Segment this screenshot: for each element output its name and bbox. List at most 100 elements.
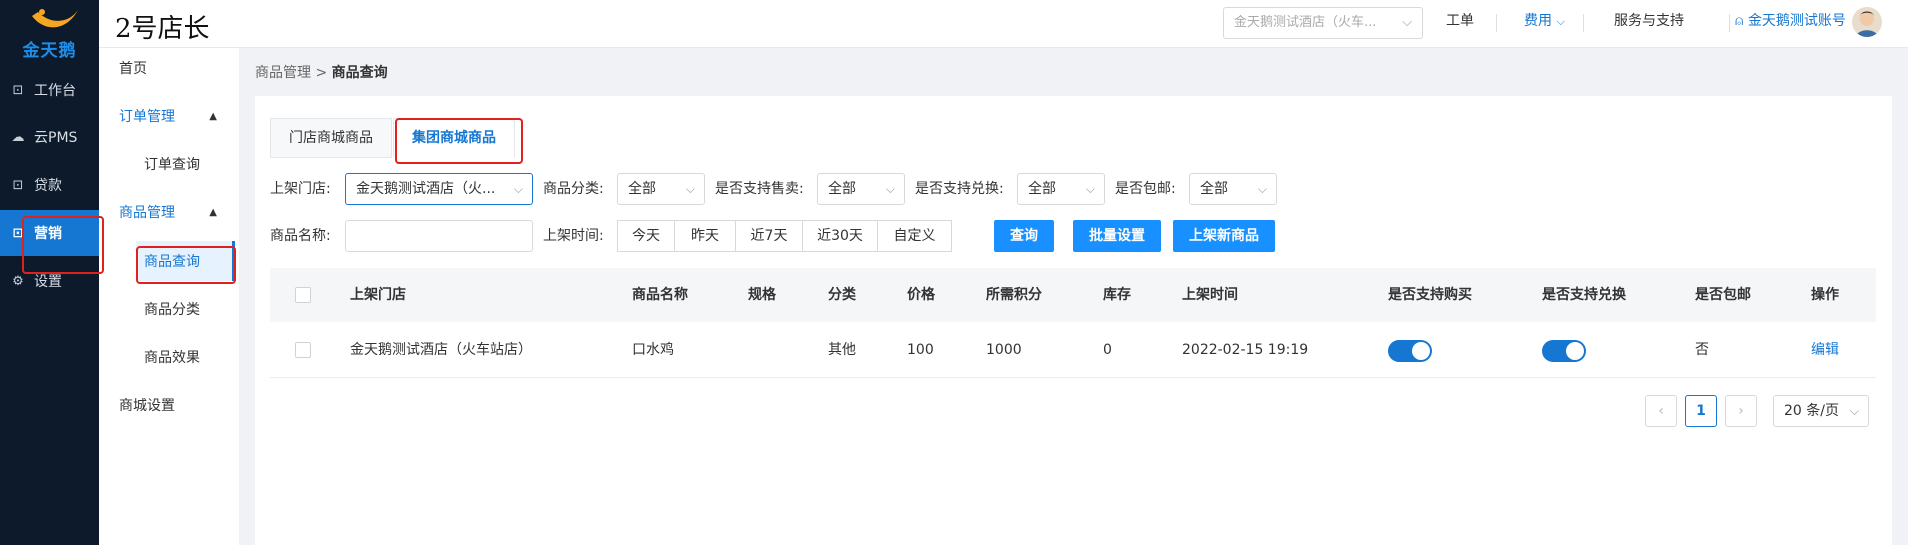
submenu-order-query[interactable]: 订单查询	[99, 144, 239, 184]
cell-points: 1000	[986, 342, 1022, 358]
query-button[interactable]: 查询	[994, 220, 1054, 252]
chevron-up-icon: ▲	[209, 110, 217, 122]
category-filter-select[interactable]: 全部 ⌵	[617, 173, 705, 205]
breadcrumb-parent[interactable]: 商品管理	[255, 65, 311, 81]
logo-text: 金天鹅	[22, 41, 77, 61]
toggle-knob	[1412, 342, 1430, 360]
submenu-goods-effect[interactable]: 商品效果	[99, 337, 239, 377]
nav-item-cloud-pms[interactable]: ☁ 云PMS	[0, 114, 99, 160]
next-page-button[interactable]: ›	[1725, 395, 1757, 427]
buy-toggle[interactable]	[1388, 340, 1432, 362]
nav-item-loan[interactable]: ⊡ 贷款	[0, 162, 99, 208]
chevron-down-icon: ⌵	[885, 182, 895, 196]
exchange-filter-select[interactable]: 全部 ⌵	[1017, 173, 1105, 205]
nav-item-label: 设置	[34, 274, 62, 290]
page-size-value: 20 条/页	[1784, 403, 1839, 419]
exchange-toggle[interactable]	[1542, 340, 1586, 362]
swan-logo-icon	[32, 9, 78, 28]
gear-icon: ⚙	[12, 273, 24, 289]
cell-price: 100	[907, 342, 934, 358]
name-filter-label: 商品名称:	[270, 228, 331, 244]
top-header: 2号店长 金天鹅测试酒店（火车... ⌵ 工单 费用 ⌵ 服务与支持 ⍝ 金天鹅…	[99, 0, 1908, 48]
cell-time: 2022-02-15 19:19	[1182, 342, 1309, 358]
tab-store-mall-goods[interactable]: 门店商城商品	[270, 118, 392, 158]
prev-page-button[interactable]: ‹	[1645, 395, 1677, 427]
cell-stock: 0	[1103, 342, 1112, 358]
row-checkbox[interactable]	[295, 342, 311, 358]
table-header: 上架门店 商品名称 规格 分类 价格 所需积分 库存 上架时间 是否支持购买 是…	[270, 268, 1876, 322]
shipping-filter-select[interactable]: 全部 ⌵	[1189, 173, 1277, 205]
fee-menu[interactable]: 费用 ⌵	[1524, 0, 1565, 48]
header-divider	[1583, 14, 1584, 32]
submenu-goods-query[interactable]: 商品查询	[136, 241, 235, 281]
shipping-filter-label: 是否包邮:	[1115, 181, 1176, 197]
main-nav: 金天鹅 ⊡ 工作台 ☁ 云PMS ⊡ 贷款 ⊡ 营销 ⚙ 设置	[0, 0, 99, 545]
page-number[interactable]: 1	[1685, 395, 1717, 427]
add-goods-button[interactable]: 上架新商品	[1173, 220, 1275, 252]
sale-filter-select[interactable]: 全部 ⌵	[817, 173, 905, 205]
brand-logo[interactable]: 金天鹅	[0, 0, 99, 62]
avatar[interactable]	[1852, 7, 1882, 37]
col-shipping: 是否包邮	[1695, 287, 1751, 303]
submenu-mall-settings[interactable]: 商城设置	[99, 385, 239, 425]
batch-settings-button[interactable]: 批量设置	[1073, 220, 1161, 252]
support-link[interactable]: 服务与支持	[1614, 0, 1684, 48]
time-option-today[interactable]: 今天	[617, 220, 675, 252]
account-menu[interactable]: ⍝ 金天鹅测试账号	[1735, 0, 1846, 48]
tab-group-mall-goods[interactable]: 集团商城商品	[393, 118, 515, 158]
store-filter-select[interactable]: 金天鹅测试酒店（火... ⌵	[345, 173, 533, 205]
nav-item-label: 工作台	[34, 83, 76, 99]
time-option-30days[interactable]: 近30天	[802, 220, 878, 252]
submenu-group-goods[interactable]: 商品管理 ▲	[99, 192, 239, 232]
submenu-group-label: 商品管理	[119, 205, 175, 221]
submenu-group-orders[interactable]: 订单管理 ▲	[99, 96, 239, 136]
ticket-link[interactable]: 工单	[1446, 0, 1474, 48]
col-exchange: 是否支持兑换	[1542, 287, 1626, 303]
col-spec: 规格	[748, 287, 776, 303]
chevron-right-icon: ›	[1738, 403, 1744, 419]
col-store: 上架门店	[350, 287, 406, 303]
store-filter-value: 金天鹅测试酒店（火...	[356, 181, 496, 197]
nav-item-marketing[interactable]: ⊡ 营销	[0, 210, 99, 256]
nav-item-workbench[interactable]: ⊡ 工作台	[0, 67, 99, 113]
sale-filter-label: 是否支持售卖:	[715, 181, 804, 197]
page-size-select[interactable]: 20 条/页 ⌵	[1773, 395, 1869, 427]
chevron-up-icon: ▲	[209, 206, 217, 218]
cell-name: 口水鸡	[632, 342, 674, 358]
submenu-home[interactable]: 首页	[99, 48, 239, 88]
chevron-down-icon: ⌵	[1085, 182, 1095, 196]
breadcrumb-current: 商品查询	[331, 65, 388, 81]
name-filter-input[interactable]	[345, 220, 533, 252]
chevron-down-icon: ⌵	[1257, 182, 1267, 196]
category-filter-value: 全部	[628, 181, 656, 197]
time-option-yesterday[interactable]: 昨天	[674, 220, 736, 252]
secondary-menu: 首页 订单管理 ▲ 订单查询 商品管理 ▲ 商品查询 商品分类 商品效果 商城设…	[99, 48, 239, 545]
shipping-filter-value: 全部	[1200, 181, 1228, 197]
header-divider	[1496, 14, 1497, 32]
account-name: 金天鹅测试账号	[1747, 13, 1846, 29]
chevron-down-icon: ⌵	[1849, 404, 1859, 418]
nav-item-label: 贷款	[34, 178, 62, 194]
cell-store: 金天鹅测试酒店（火车站店）	[350, 342, 532, 358]
table-row: 金天鹅测试酒店（火车站店） 口水鸡 其他 100 1000 0 2022-02-…	[270, 322, 1876, 378]
loan-icon: ⊡	[12, 177, 24, 193]
edit-link[interactable]: 编辑	[1811, 322, 1839, 378]
cell-shipping: 否	[1695, 342, 1709, 358]
exchange-filter-value: 全部	[1028, 181, 1056, 197]
col-action: 操作	[1811, 287, 1839, 303]
nav-item-settings[interactable]: ⚙ 设置	[0, 258, 99, 304]
select-all-checkbox[interactable]	[295, 287, 311, 303]
toggle-knob	[1566, 342, 1584, 360]
marketing-icon: ⊡	[12, 225, 24, 241]
time-option-7days[interactable]: 近7天	[735, 220, 803, 252]
submenu-goods-category[interactable]: 商品分类	[99, 289, 239, 329]
time-option-custom[interactable]: 自定义	[877, 220, 952, 252]
cell-category: 其他	[828, 342, 856, 358]
chevron-down-icon: ⌵	[685, 182, 695, 196]
chevron-down-icon: ⌵	[1556, 15, 1565, 28]
col-price: 价格	[907, 287, 935, 303]
breadcrumb-separator: >	[315, 65, 328, 81]
col-stock: 库存	[1103, 287, 1131, 303]
cloud-icon: ☁	[11, 129, 25, 145]
store-switch-select[interactable]: 金天鹅测试酒店（火车... ⌵	[1223, 7, 1423, 39]
